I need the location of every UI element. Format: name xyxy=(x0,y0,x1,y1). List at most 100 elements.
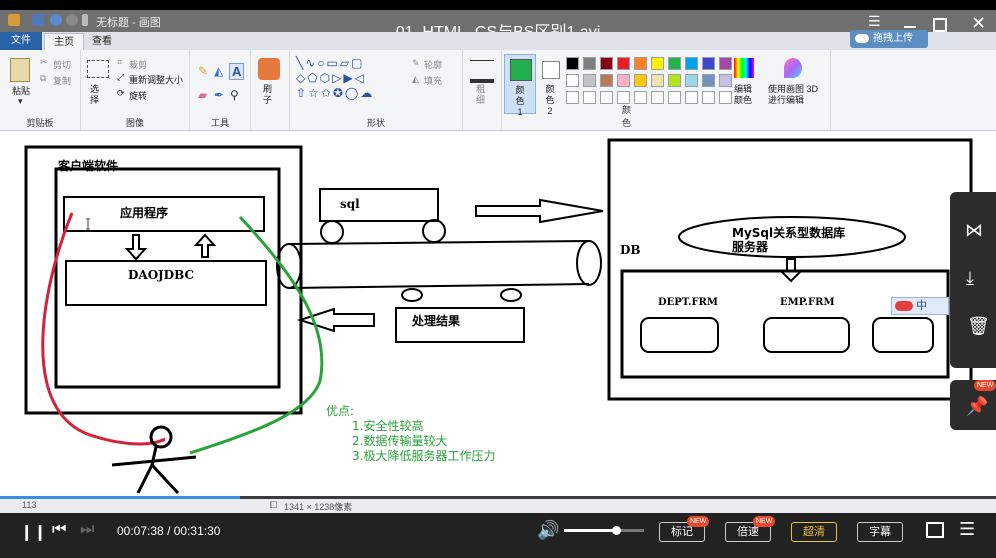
palette-swatch[interactable] xyxy=(651,57,664,70)
previous-icon[interactable]: ⏮ xyxy=(52,521,66,539)
color-picker-icon[interactable]: ✒ xyxy=(214,88,224,102)
fill-button[interactable]: 填充 xyxy=(424,74,442,87)
select-icon[interactable] xyxy=(87,60,109,78)
share-icon[interactable]: ⋈ xyxy=(965,220,983,241)
palette-swatch[interactable] xyxy=(634,74,647,87)
ime-indicator[interactable]: 中 xyxy=(891,297,949,315)
picture-in-picture-icon[interactable] xyxy=(926,522,944,538)
db-label: DB xyxy=(620,243,641,257)
palette-swatch[interactable] xyxy=(719,91,732,104)
palette-swatch[interactable] xyxy=(719,74,732,87)
eraser-icon[interactable]: ▰ xyxy=(198,88,207,102)
ime-logo-icon xyxy=(895,301,913,312)
palette-swatch[interactable] xyxy=(702,57,715,70)
shapes-gallery[interactable]: ╲∿○▭▱▢ ◇⬠⬡▷▶◁ ⇧☆✩✪◯☁ xyxy=(296,56,408,102)
brush-button[interactable]: 刷子 xyxy=(263,84,275,106)
delete-icon[interactable]: 🗑 xyxy=(967,316,990,337)
cloud-icon xyxy=(855,33,869,43)
paste-dropdown-icon[interactable]: ▾ xyxy=(18,96,23,107)
pencil-icon[interactable]: ✎ xyxy=(198,64,208,78)
shapes-group-label: 形状 xyxy=(366,118,385,128)
maximize-icon[interactable] xyxy=(933,18,947,32)
jdbc-label: JDBC xyxy=(158,268,194,282)
video-top-strip xyxy=(0,0,996,10)
server-label: 服务器 xyxy=(732,240,769,254)
download-icon[interactable]: ⤓ xyxy=(966,268,974,289)
next-icon[interactable]: ⏭ xyxy=(80,521,94,539)
sql-label: sql xyxy=(340,197,360,211)
cursor-position: 113 xyxy=(22,500,37,510)
palette-swatch[interactable] xyxy=(634,91,647,104)
stick-figure-head xyxy=(149,425,173,449)
fill-bucket-icon[interactable]: ◭ xyxy=(214,64,223,78)
third-box xyxy=(872,317,934,353)
text-tool-icon[interactable]: A xyxy=(229,63,245,80)
palette-swatch[interactable] xyxy=(719,57,732,70)
copy-button[interactable]: 复制 xyxy=(53,74,71,87)
pause-icon[interactable]: ❙❙ xyxy=(20,522,47,542)
palette-swatch[interactable] xyxy=(583,74,596,87)
quality-button[interactable]: 超清 xyxy=(791,522,837,542)
select-button[interactable]: 选择 xyxy=(90,84,102,106)
outline-button[interactable]: 轮廓 xyxy=(424,58,442,71)
advantage-3: 3.极大降低服务器工作压力 xyxy=(352,449,496,463)
rotate-button[interactable]: 旋转 xyxy=(129,89,147,102)
size-button[interactable]: 粗细 xyxy=(476,84,488,106)
player-menu-icon[interactable]: ☰ xyxy=(868,14,884,30)
size-lines-icon[interactable] xyxy=(470,60,494,83)
mark-new-badge: NEW xyxy=(687,516,710,527)
palette-swatch[interactable] xyxy=(668,91,681,104)
total-time: 00:31:30 xyxy=(173,524,221,538)
palette-swatch[interactable] xyxy=(566,74,579,87)
palette-swatch[interactable] xyxy=(702,74,715,87)
crop-button[interactable]: 裁剪 xyxy=(129,58,147,71)
advantages-title: 优点: xyxy=(326,404,355,418)
paint3d-icon[interactable] xyxy=(784,58,802,78)
volume-knob[interactable] xyxy=(612,526,621,535)
shapes-group: ╲∿○▭▱▢ ◇⬠⬡▷▶◁ ⇧☆✩✪◯☁ ✎ 轮廓 ◭ 填充 形状 xyxy=(290,50,463,130)
palette-swatch[interactable] xyxy=(668,57,681,70)
red-curve xyxy=(41,212,166,446)
palette-swatch[interactable] xyxy=(617,74,630,87)
palette-swatch[interactable] xyxy=(634,57,647,70)
palette-swatch[interactable] xyxy=(600,74,613,87)
result-label: 处理结果 xyxy=(412,314,461,328)
minimize-icon[interactable] xyxy=(904,26,916,28)
pin-icon[interactable]: 📌 xyxy=(966,396,988,417)
palette-swatch[interactable] xyxy=(651,91,664,104)
palette-swatch[interactable] xyxy=(583,57,596,70)
tab-home[interactable]: 主页 xyxy=(44,33,84,51)
edit-colors-button[interactable]: 编辑颜色 xyxy=(734,84,756,106)
palette-swatch[interactable] xyxy=(600,57,613,70)
tab-view[interactable]: 查看 xyxy=(84,33,120,50)
palette-swatch[interactable] xyxy=(685,91,698,104)
resize-button[interactable]: 重新调整大小 xyxy=(129,73,183,86)
color-palette[interactable] xyxy=(566,57,736,109)
palette-swatch[interactable] xyxy=(685,74,698,87)
image-group-label: 图像 xyxy=(125,118,144,128)
tools-group-label: 工具 xyxy=(210,118,229,128)
volume-icon[interactable]: 🔊 xyxy=(537,520,559,541)
paint3d-button[interactable]: 使用画图 3D 进行编辑 xyxy=(768,84,818,106)
playlist-icon[interactable]: ☰ xyxy=(959,519,975,540)
palette-swatch[interactable] xyxy=(685,57,698,70)
tab-file[interactable]: 文件 xyxy=(0,32,42,50)
drag-upload-button[interactable]: 拖拽上传 xyxy=(850,30,928,48)
paint-canvas[interactable]: 客户端软件 应用程序 DAO JDBC sql 处理结果 DB MySql关系型… xyxy=(0,131,996,498)
palette-swatch[interactable] xyxy=(617,57,630,70)
magnifier-icon[interactable]: ⚲ xyxy=(230,88,239,102)
image-group: 选择 ⌗ 裁剪 ⤢ 重新调整大小 ⟳ 旋转 图像 xyxy=(81,50,190,130)
paint-status-bar: 113 ⧠ 1341 × 1238像素 xyxy=(0,498,996,513)
close-icon[interactable]: ✕ xyxy=(971,14,986,32)
edit-colors-icon[interactable] xyxy=(734,58,754,78)
palette-swatch[interactable] xyxy=(566,57,579,70)
subtitle-button[interactable]: 字幕 xyxy=(857,522,903,542)
cut-button[interactable]: 剪切 xyxy=(53,58,71,71)
clipboard-group: 粘贴 ▾ ✂ 剪切 ⧉ 复制 剪贴板 xyxy=(0,50,81,130)
volume-fill xyxy=(564,529,616,532)
palette-swatch[interactable] xyxy=(702,91,715,104)
brush-icon[interactable] xyxy=(258,58,280,80)
paste-icon[interactable] xyxy=(10,58,30,82)
palette-swatch[interactable] xyxy=(651,74,664,87)
palette-swatch[interactable] xyxy=(668,74,681,87)
